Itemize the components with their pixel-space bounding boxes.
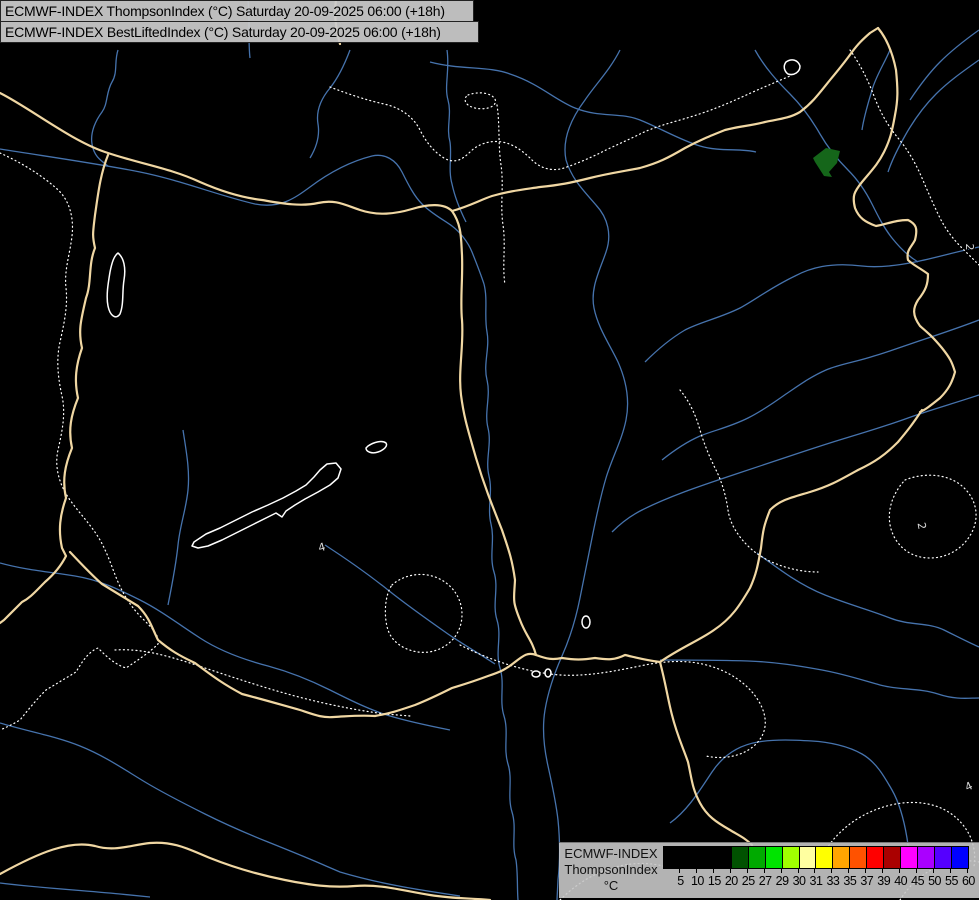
legend-tick-label: 10 (690, 874, 704, 888)
contour-label: 4 (317, 540, 327, 554)
legend-tick-label: 50 (928, 874, 941, 888)
legend-panel: ECMWF-INDEX ThompsonIndex °C 5 10 15 20 25 27… (559, 842, 979, 898)
legend-title-block: ECMWF-INDEX ThompsonIndex °C (559, 846, 663, 894)
contour-label: 2 (963, 244, 976, 251)
legend-tick (934, 868, 951, 873)
legend-color-segment (679, 847, 697, 868)
lake-outlines (106, 59, 801, 678)
legend-title-unit: °C (603, 878, 619, 893)
legend-tick (731, 868, 748, 873)
legend-title-model: ECMWF-INDEX (564, 846, 658, 861)
legend-color-segment (747, 847, 765, 868)
legend-color-segment (849, 847, 867, 868)
legend-tick-label: 20 (724, 874, 738, 888)
legend-tick (832, 868, 850, 873)
data-shading-patch (813, 148, 840, 177)
legend-tick (714, 868, 731, 873)
legend-tick (815, 868, 833, 873)
legend-tick (883, 868, 901, 873)
legend-tick (663, 868, 680, 873)
legend-color-segment (832, 847, 850, 868)
legend-tick (849, 868, 867, 873)
legend-color-segment (696, 847, 714, 868)
legend-tick-label: 55 (945, 874, 958, 888)
legend-tick-marks (663, 868, 968, 873)
legend-tick-label: 45 (911, 874, 925, 888)
map-title-header: ECMWF-INDEX ThompsonIndex (°C) Saturday … (0, 0, 479, 43)
legend-tick-label: 60 (961, 874, 975, 888)
legend-tick-labels: 5 10 15 20 25 27 29 30 31 33 35 37 39 40 45 50 55 60 (672, 874, 977, 888)
header-line-best-lifted-index: ECMWF-INDEX BestLiftedIndex (°C) Saturda… (0, 21, 479, 43)
legend-color-segment (815, 847, 833, 868)
legend-tick-label: 33 (826, 874, 840, 888)
lake-velence (365, 440, 388, 454)
legend-tick-label: 29 (775, 874, 789, 888)
contour-value-labels: 4 2 2 4 (316, 242, 978, 795)
legend-color-segment (764, 847, 782, 868)
legend-color-segment (781, 847, 799, 868)
legend-tick (765, 868, 782, 873)
legend-tick-label: 39 (877, 874, 891, 888)
legend-tick (799, 868, 816, 873)
legend-tick (951, 868, 968, 873)
legend-color-segment (713, 847, 731, 868)
legend-color-segment (950, 847, 968, 868)
map-canvas: 4 2 2 4 (0, 0, 979, 900)
lake-neusiedl (106, 252, 126, 318)
legend-tick (917, 868, 934, 873)
legend-tick-label: 40 (894, 874, 908, 888)
legend-colorbar (663, 846, 969, 869)
legend-tick-label: 30 (792, 874, 806, 888)
legend-tick-label: 31 (809, 874, 823, 888)
legend-color-segment (866, 847, 884, 868)
legend-tick-label: 37 (860, 874, 874, 888)
legend-color-segment (917, 847, 934, 868)
legend-tick (748, 868, 765, 873)
header-line-thompson-index: ECMWF-INDEX ThompsonIndex (°C) Saturday … (0, 0, 474, 22)
legend-tick-label: 15 (707, 874, 721, 888)
legend-color-segment (934, 847, 951, 868)
legend-color-segment (900, 847, 918, 868)
contour-label: 4 (963, 779, 975, 794)
weather-map-stage: 4 2 2 4 ECMWF-INDEX ThompsonIndex (°C) S… (0, 0, 979, 900)
legend-tick-label: 5 (677, 874, 684, 888)
legend-tick-label: 27 (758, 874, 772, 888)
country-border-lines (0, 0, 957, 900)
legend-title-parameter: ThompsonIndex (564, 862, 658, 877)
lake-balaton (191, 462, 342, 549)
legend-tick-label: 25 (741, 874, 755, 888)
legend-tick (782, 868, 799, 873)
dotted-contour-lines (0, 0, 979, 900)
contour-label: 2 (914, 521, 928, 530)
legend-tick (680, 868, 697, 873)
legend-color-segment (883, 847, 901, 868)
legend-color-segment (798, 847, 816, 868)
legend-tick (900, 868, 918, 873)
river-lines (0, 0, 979, 900)
legend-tick (697, 868, 714, 873)
legend-tick-label: 35 (843, 874, 857, 888)
legend-tick (866, 868, 884, 873)
legend-color-segment (730, 847, 748, 868)
legend-color-segment (664, 847, 680, 868)
